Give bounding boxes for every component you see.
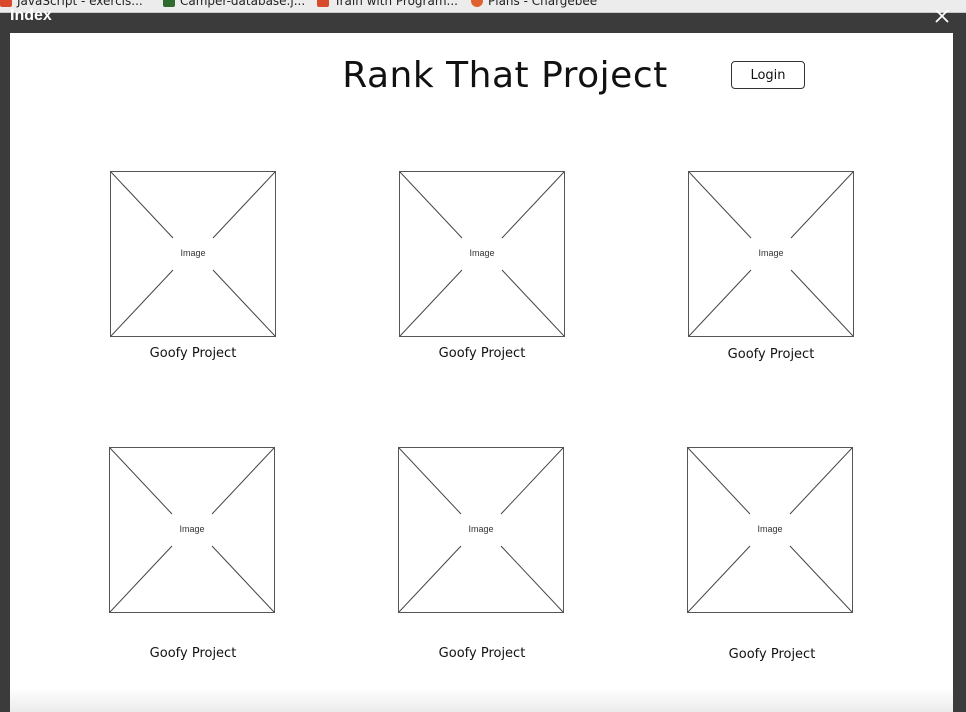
bookmark-label: Camper-database.j... <box>180 0 306 8</box>
project-card[interactable]: Image Goofy Project <box>687 447 853 662</box>
bookmark-train-with-programmers[interactable]: Train with Program... <box>317 0 458 9</box>
project-card[interactable]: Image Goofy Project <box>110 171 276 361</box>
bookmark-favicon-icon <box>471 0 483 7</box>
page-canvas: Rank That Project Login Image Goofy Proj… <box>10 33 953 712</box>
scroll-fade <box>10 688 953 712</box>
image-placeholder-label: Image <box>179 524 205 534</box>
window-title: Index <box>10 7 52 24</box>
project-title[interactable]: Goofy Project <box>100 346 286 361</box>
project-title[interactable]: Goofy Project <box>100 646 286 661</box>
project-card[interactable]: Image Goofy Project <box>688 171 854 362</box>
bookmark-label: Train with Program... <box>334 0 458 8</box>
bookmarks-bar: JavaScript - exercis... Camper-database.… <box>0 0 966 13</box>
bookmark-favicon-icon <box>0 0 12 7</box>
login-button[interactable]: Login <box>731 61 805 89</box>
image-placeholder: Image <box>687 447 853 613</box>
image-placeholder: Image <box>109 447 275 613</box>
project-card[interactable]: Image Goofy Project <box>399 171 565 361</box>
project-card[interactable]: Image Goofy Project <box>109 447 275 661</box>
image-placeholder: Image <box>110 171 276 337</box>
project-card[interactable]: Image Goofy Project <box>398 447 564 661</box>
bookmark-camper-database[interactable]: Camper-database.j... <box>163 0 305 9</box>
project-title[interactable]: Goofy Project <box>679 647 865 662</box>
close-icon[interactable] <box>934 8 950 24</box>
image-placeholder-label: Image <box>469 248 495 258</box>
image-placeholder-label: Image <box>180 248 206 258</box>
image-placeholder-label: Image <box>758 248 784 258</box>
image-placeholder: Image <box>398 447 564 613</box>
project-title[interactable]: Goofy Project <box>678 347 864 362</box>
project-title[interactable]: Goofy Project <box>389 346 575 361</box>
page-title: Rank That Project <box>342 55 668 96</box>
bookmark-favicon-icon <box>163 0 175 7</box>
bookmark-plans-chargebee[interactable]: Plans - Chargebee <box>471 0 597 9</box>
image-placeholder-label: Image <box>468 524 494 534</box>
bookmark-label: Plans - Chargebee <box>488 0 598 8</box>
image-placeholder: Image <box>399 171 565 337</box>
window-header: Index <box>0 7 966 33</box>
bookmark-favicon-icon <box>317 0 329 7</box>
image-placeholder: Image <box>688 171 854 337</box>
project-title[interactable]: Goofy Project <box>389 646 575 661</box>
image-placeholder-label: Image <box>757 524 783 534</box>
